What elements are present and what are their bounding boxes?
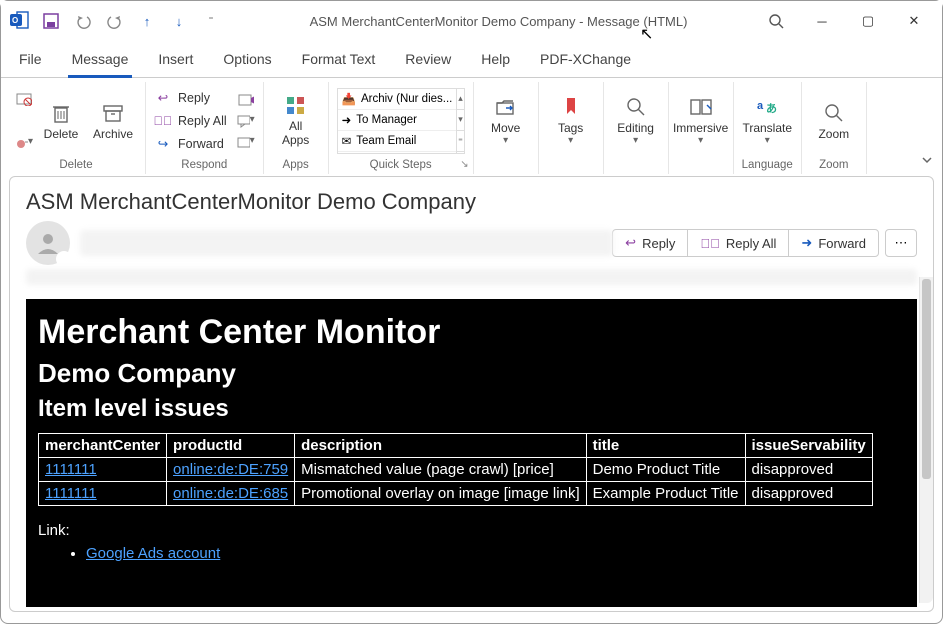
reply-all-button[interactable]: ↩⃔Reply All <box>154 111 227 131</box>
reading-pane: ASM MerchantCenterMonitor Demo Company ↩… <box>9 176 934 612</box>
gallery-down[interactable]: ▾ <box>457 110 463 131</box>
group-zoom: Zoom <box>819 159 848 174</box>
ignore-icon[interactable] <box>15 90 33 108</box>
col-merchantcenter: merchantCenter <box>39 434 167 458</box>
msg-reply-button[interactable]: ↩Reply <box>612 229 688 257</box>
tab-file[interactable]: File <box>15 45 46 77</box>
quicksteps-dialog-launcher[interactable]: ↘ <box>460 159 468 170</box>
team-email-icon: ✉ <box>342 134 352 148</box>
ribbon-tabs: File Message Insert Options Format Text … <box>1 41 942 78</box>
gallery-more[interactable]: ⁼ <box>457 131 463 152</box>
undo-icon[interactable] <box>71 9 95 33</box>
body-h1: Merchant Center Monitor <box>38 313 905 352</box>
group-language: Language <box>742 159 793 174</box>
mc-link[interactable]: 1111111 <box>45 461 97 478</box>
msg-forward-button[interactable]: ➜Forward <box>788 229 879 257</box>
gallery-up[interactable]: ▴ <box>457 89 463 110</box>
junk-icon[interactable]: ▾ <box>15 134 33 152</box>
prev-item-icon[interactable]: ↑ <box>135 9 159 33</box>
tab-formattext[interactable]: Format Text <box>298 45 380 77</box>
col-serv: issueServability <box>745 434 872 458</box>
forward-button[interactable]: ↪Forward <box>154 134 227 154</box>
message-subject: ASM MerchantCenterMonitor Demo Company <box>26 189 917 215</box>
svg-text:あ: あ <box>766 102 777 115</box>
svg-text:O: O <box>12 16 18 25</box>
email-body: Merchant Center Monitor Demo Company Ite… <box>26 299 917 607</box>
tab-message[interactable]: Message <box>68 45 133 77</box>
minimize-button[interactable]: ─ <box>800 6 844 36</box>
body-h2: Demo Company <box>38 358 905 389</box>
timestamp-blur <box>26 269 917 285</box>
app-icon: O <box>7 9 31 33</box>
collapse-ribbon[interactable] <box>920 153 934 170</box>
forward-icon: ↪ <box>154 135 172 153</box>
product-link[interactable]: online:de:DE:685 <box>173 485 288 502</box>
tab-help[interactable]: Help <box>477 45 514 77</box>
all-apps-button[interactable]: All Apps <box>272 88 320 154</box>
reply-icon: ↩ <box>154 89 172 107</box>
ribbon: ▾ Delete Archive Delete ↩Reply ↩⃔Reply A… <box>1 78 942 174</box>
immersive-button[interactable]: Immersive▾ <box>677 88 725 154</box>
body-h3: Item level issues <box>38 395 905 423</box>
meeting-icon[interactable] <box>237 91 255 109</box>
col-productid: productId <box>167 434 295 458</box>
link-label: Link: <box>38 522 905 539</box>
im-icon[interactable]: ▾ <box>237 112 255 130</box>
product-link[interactable]: online:de:DE:759 <box>173 461 288 478</box>
delete-button[interactable]: Delete <box>37 88 85 154</box>
tab-review[interactable]: Review <box>401 45 455 77</box>
col-description: description <box>295 434 586 458</box>
reply-icon: ↩ <box>625 235 636 251</box>
search-icon[interactable] <box>754 6 798 36</box>
group-respond: Respond <box>181 159 227 174</box>
window-title: ASM MerchantCenterMonitor Demo Company -… <box>223 14 754 29</box>
zoom-button[interactable]: Zoom <box>810 88 858 154</box>
col-title: title <box>586 434 745 458</box>
titlebar: O ↑ ↓ ⁼ ASM MerchantCenterMonitor Demo C… <box>1 1 942 41</box>
editing-button[interactable]: Editing▾ <box>612 88 660 154</box>
archive-folder-icon: 📥 <box>342 92 356 106</box>
google-ads-link[interactable]: Google Ads account <box>86 545 220 562</box>
table-row: 1111111 online:de:DE:685 Promotional ove… <box>39 482 873 506</box>
next-item-icon[interactable]: ↓ <box>167 9 191 33</box>
svg-text:a: a <box>757 100 764 112</box>
qat-customize[interactable]: ⁼ <box>199 8 223 32</box>
more-respond-icon[interactable]: ▾ <box>237 133 255 151</box>
issues-table: merchantCenter productId description tit… <box>38 433 873 506</box>
scroll-thumb[interactable] <box>922 279 931 479</box>
close-button[interactable]: ✕ <box>892 6 936 36</box>
tab-insert[interactable]: Insert <box>154 45 197 77</box>
sender-avatar[interactable] <box>26 221 70 265</box>
save-icon[interactable] <box>39 9 63 33</box>
group-apps: Apps <box>283 159 309 174</box>
delete-label: Delete <box>44 127 79 141</box>
tags-button[interactable]: Tags▾ <box>547 88 595 154</box>
apps-label: All Apps <box>282 120 309 146</box>
reply-button[interactable]: ↩Reply <box>154 88 227 108</box>
sender-info <box>80 230 613 256</box>
msg-reply-all-button[interactable]: ↩⃔Reply All <box>687 229 789 257</box>
quick-steps-gallery[interactable]: 📥Archiv (Nur dies... ➜To Manager ✉Team E… <box>337 88 465 154</box>
msg-more-button[interactable]: ⋯ <box>885 229 917 257</box>
archive-label: Archive <box>93 127 133 141</box>
scrollbar[interactable] <box>919 277 933 603</box>
archive-button[interactable]: Archive <box>89 88 137 154</box>
forward-icon: ➜ <box>801 235 812 251</box>
redo-icon[interactable] <box>103 9 127 33</box>
tab-pdfxchange[interactable]: PDF-XChange <box>536 45 635 77</box>
tab-options[interactable]: Options <box>219 45 275 77</box>
to-manager-icon: ➜ <box>342 113 352 127</box>
reply-all-icon: ↩⃔ <box>154 112 172 130</box>
reply-all-icon: ↩⃔ <box>700 236 720 251</box>
move-button[interactable]: Move▾ <box>482 88 530 154</box>
mc-link[interactable]: 1111111 <box>45 485 97 502</box>
group-delete: Delete <box>59 159 92 174</box>
translate-button[interactable]: aあTranslate▾ <box>743 88 791 154</box>
table-row: 1111111 online:de:DE:759 Mismatched valu… <box>39 458 873 482</box>
group-quicksteps: Quick Steps <box>370 159 432 174</box>
maximize-button[interactable]: ▢ <box>846 6 890 36</box>
